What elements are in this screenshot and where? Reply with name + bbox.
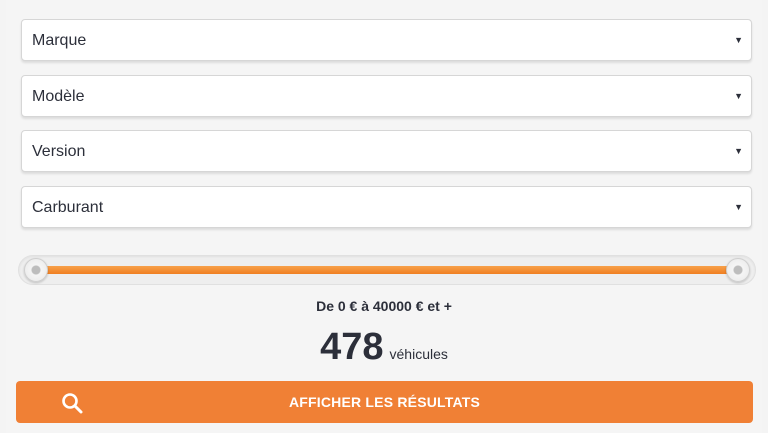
chevron-down-icon: ▼ bbox=[734, 146, 743, 156]
price-max-handle[interactable] bbox=[726, 258, 750, 282]
model-select[interactable]: Modèle ▼ bbox=[21, 75, 752, 117]
price-range-slider[interactable] bbox=[18, 255, 756, 285]
results-count: 478 véhicules bbox=[0, 326, 768, 369]
brand-select[interactable]: Marque ▼ bbox=[21, 19, 752, 61]
results-count-unit: véhicules bbox=[389, 346, 448, 362]
chevron-down-icon: ▼ bbox=[734, 35, 743, 45]
version-select[interactable]: Version ▼ bbox=[21, 130, 752, 172]
price-min-handle[interactable] bbox=[24, 258, 48, 282]
price-range-fill bbox=[36, 266, 738, 274]
model-select-value: Modèle bbox=[32, 88, 85, 105]
version-select-value: Version bbox=[32, 143, 86, 160]
fuel-select-value: Carburant bbox=[32, 199, 104, 216]
brand-select-value: Marque bbox=[32, 32, 87, 49]
chevron-down-icon: ▼ bbox=[734, 202, 743, 212]
show-results-button[interactable]: AFFICHER LES RÉSULTATS bbox=[16, 381, 753, 423]
results-count-number: 478 bbox=[320, 326, 384, 368]
chevron-down-icon: ▼ bbox=[734, 91, 743, 101]
show-results-label: AFFICHER LES RÉSULTATS bbox=[288, 394, 481, 410]
price-range-text: De 0 € à 40000 € et + bbox=[316, 298, 452, 314]
fuel-select[interactable]: Carburant ▼ bbox=[21, 186, 752, 228]
